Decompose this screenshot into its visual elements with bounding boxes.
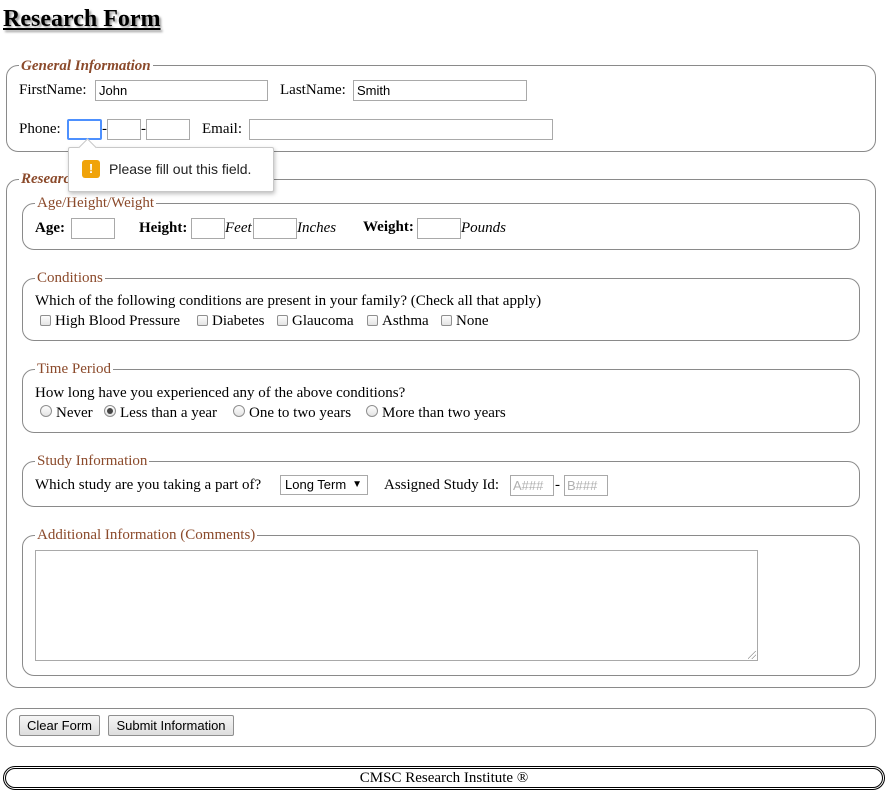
validation-tooltip: ! Please fill out this field. xyxy=(68,138,274,192)
time-period-legend: Time Period xyxy=(35,360,114,378)
resize-handle-icon[interactable] xyxy=(748,651,756,659)
conditions-legend: Conditions xyxy=(35,269,105,287)
glaucoma-label: Glaucoma xyxy=(292,313,354,329)
weight-input[interactable] xyxy=(417,218,461,239)
study-select-value: Long Term xyxy=(285,477,347,492)
study-select[interactable]: Long Term ▼ xyxy=(280,475,368,495)
more-than-two-years-radio[interactable] xyxy=(366,405,378,417)
age-input[interactable] xyxy=(71,218,115,239)
clear-form-button[interactable]: Clear Form xyxy=(19,715,100,736)
general-info-legend: General Information xyxy=(19,57,153,75)
page-title: Research Form xyxy=(3,6,161,32)
one-to-two-years-radio[interactable] xyxy=(233,405,245,417)
phone-label: Phone: xyxy=(19,121,61,137)
time-period-question: How long have you experienced any of the… xyxy=(35,385,406,401)
less-than-a-year-radio[interactable] xyxy=(104,405,116,417)
none-label: None xyxy=(456,313,489,329)
asthma-checkbox[interactable] xyxy=(367,315,378,326)
firstname-label: FirstName: xyxy=(19,82,87,98)
email-label: Email: xyxy=(202,121,242,137)
study-question: Which study are you taking a part of? xyxy=(35,477,262,493)
high-blood-pressure-label: High Blood Pressure xyxy=(55,313,180,329)
phone-line-input[interactable] xyxy=(146,119,190,140)
weight-label: Weight: xyxy=(363,219,414,235)
more-than-two-years-label: More than two years xyxy=(382,405,506,421)
study-id-separator: - xyxy=(555,477,560,493)
none-checkbox[interactable] xyxy=(441,315,452,326)
chevron-down-icon: ▼ xyxy=(352,479,362,490)
submit-information-button[interactable]: Submit Information xyxy=(108,715,234,736)
firstname-input[interactable]: John xyxy=(95,80,268,101)
height-feet-input[interactable] xyxy=(191,218,225,239)
height-inches-input[interactable] xyxy=(253,218,297,239)
glaucoma-checkbox[interactable] xyxy=(277,315,288,326)
study-id-part1-input[interactable]: A### xyxy=(510,475,554,496)
lastname-input[interactable]: Smith xyxy=(353,80,527,101)
warning-icon: ! xyxy=(82,160,100,178)
age-label: Age: xyxy=(35,220,65,236)
feet-unit: Feet xyxy=(225,220,252,236)
inches-unit: Inches xyxy=(297,220,337,236)
never-label: Never xyxy=(56,405,93,421)
conditions-question: Which of the following conditions are pr… xyxy=(35,293,542,309)
footer-text: CMSC Research Institute ® xyxy=(359,770,529,786)
high-blood-pressure-checkbox[interactable] xyxy=(40,315,51,326)
comments-legend: Additional Information (Comments) xyxy=(35,526,258,544)
age-height-weight-legend: Age/Height/Weight xyxy=(35,194,157,212)
phone-prefix-input[interactable] xyxy=(107,119,141,140)
less-than-a-year-label: Less than a year xyxy=(120,405,218,421)
asthma-label: Asthma xyxy=(382,313,429,329)
study-info-legend: Study Information xyxy=(35,452,150,470)
tooltip-text: Please fill out this field. xyxy=(109,161,252,177)
email-input[interactable] xyxy=(249,119,553,140)
height-label: Height: xyxy=(139,220,188,236)
assigned-study-id-label: Assigned Study Id: xyxy=(384,477,500,493)
comments-textarea[interactable] xyxy=(35,550,758,661)
one-to-two-years-label: One to two years xyxy=(249,405,352,421)
pounds-unit: Pounds xyxy=(461,220,506,236)
phone-area-code-input[interactable] xyxy=(67,119,102,140)
lastname-label: LastName: xyxy=(280,82,346,98)
diabetes-label: Diabetes xyxy=(212,313,265,329)
footer: CMSC Research Institute ® xyxy=(3,766,885,790)
study-id-part2-input[interactable]: B### xyxy=(564,475,608,496)
diabetes-checkbox[interactable] xyxy=(197,315,208,326)
never-radio[interactable] xyxy=(40,405,52,417)
